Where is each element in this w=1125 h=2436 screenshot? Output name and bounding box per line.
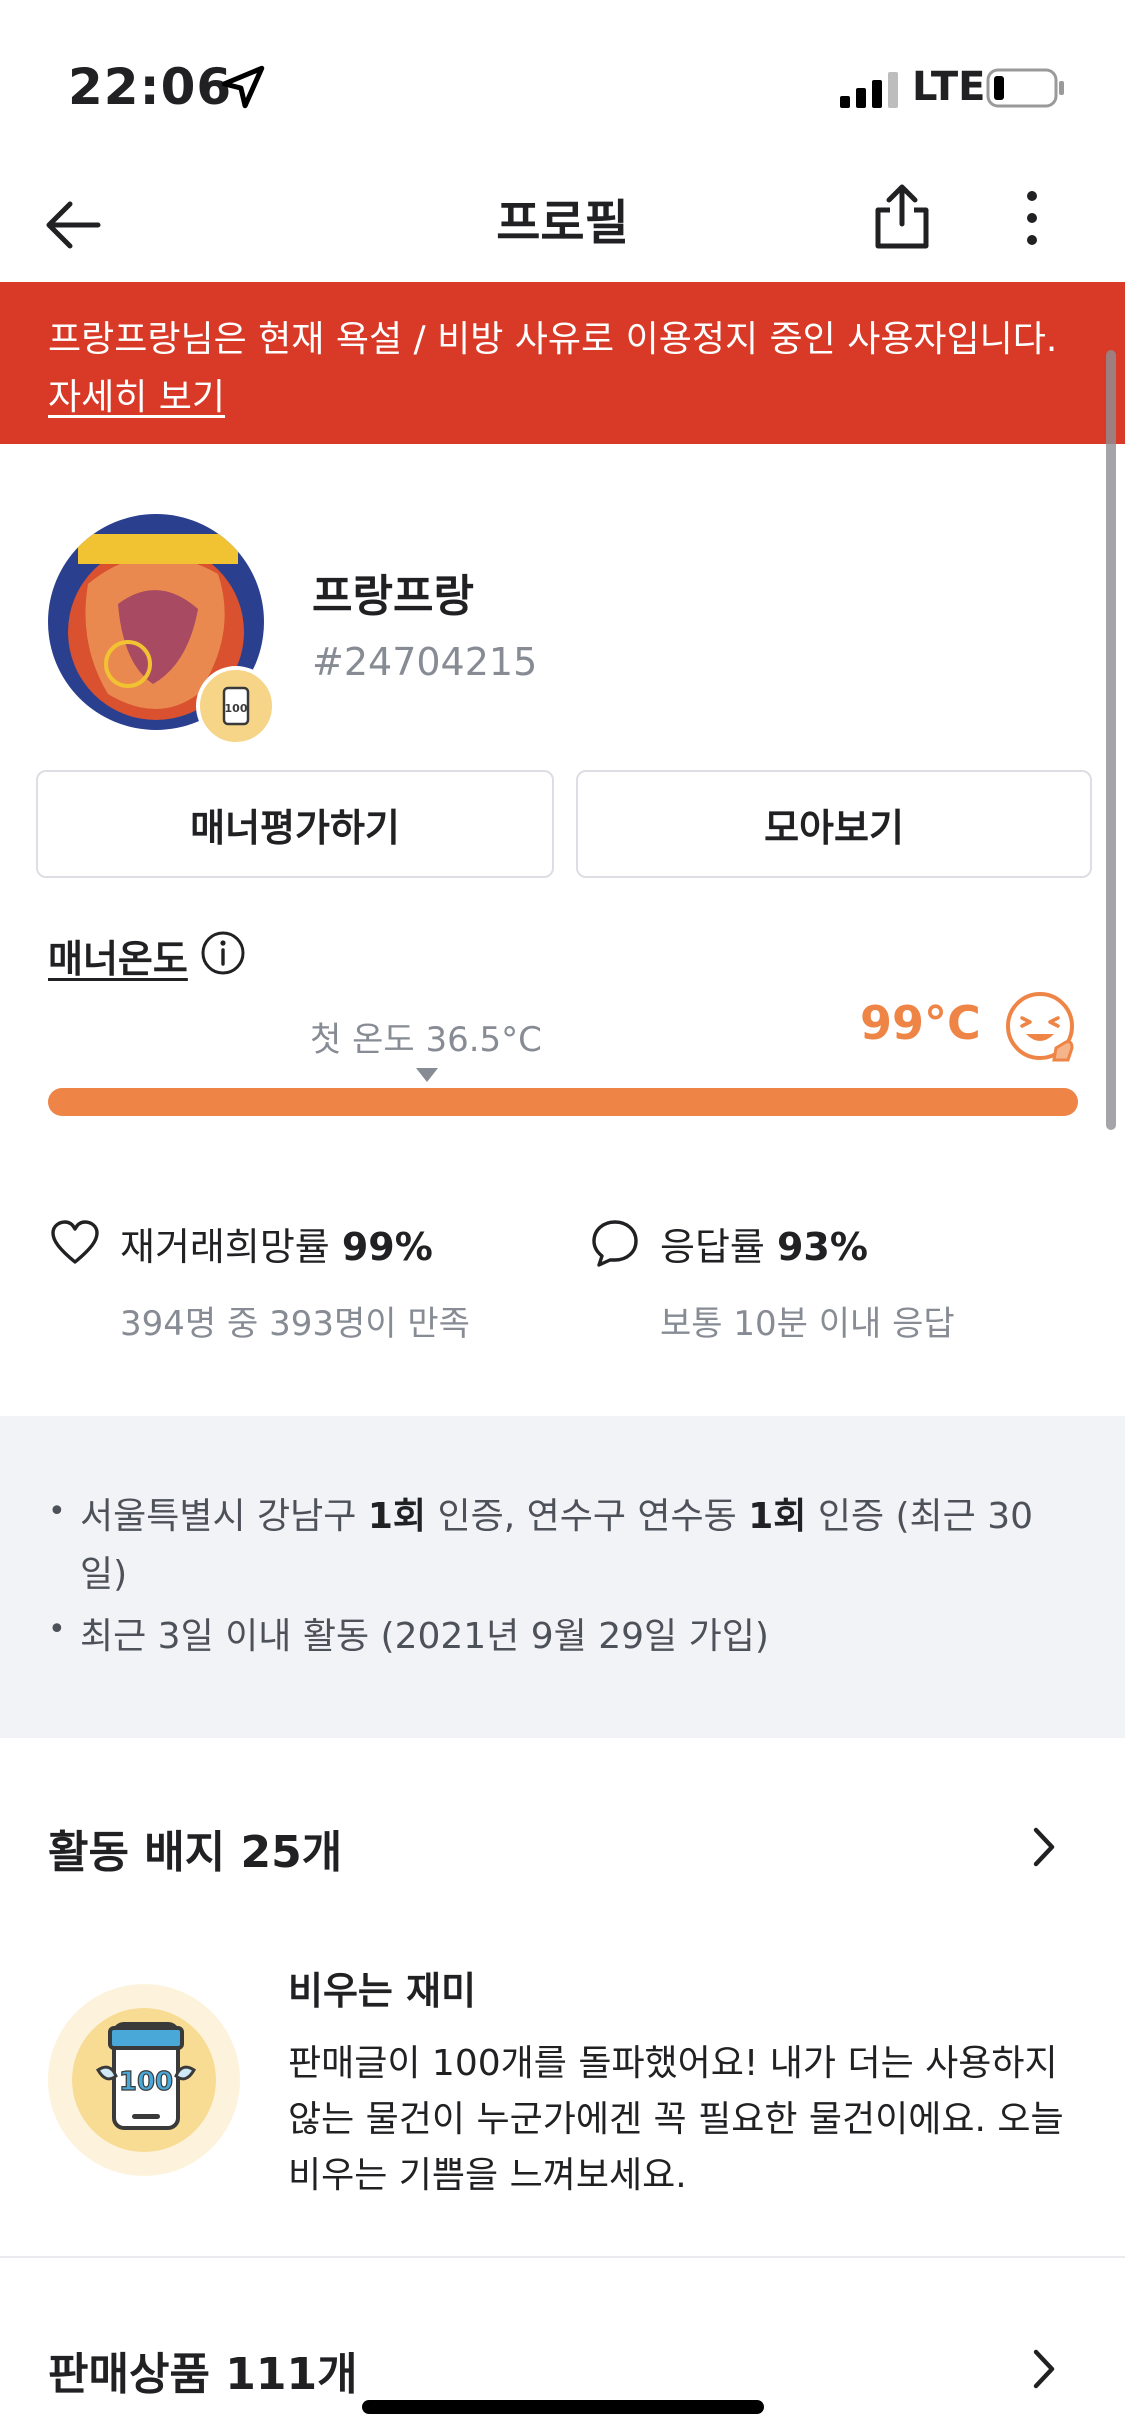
nickname: 프랑프랑 xyxy=(312,571,474,622)
bullet-dot: • xyxy=(48,1494,66,1529)
battery-icon xyxy=(986,68,1064,108)
badge-100-icon[interactable]: 100 xyxy=(92,2014,200,2138)
network-type: LTE xyxy=(912,64,986,110)
badge-icon-text: 100 xyxy=(119,2067,173,2097)
suspension-banner-text: 프랑프랑님은 현재 욕설 / 비방 사유로 이용정지 중인 사용자입니다. xyxy=(48,319,1058,360)
response-rate-value: 93% xyxy=(776,1225,868,1269)
rebuy-rate: 재거래희망률 99% xyxy=(120,1216,433,1271)
manner-temp-value: 99°C xyxy=(860,996,981,1050)
response-rate: 응답률 93% xyxy=(660,1216,868,1271)
divider xyxy=(0,2256,1125,2258)
see-details-link[interactable]: 자세히 보기 xyxy=(48,368,225,420)
products-title[interactable]: 판매상품 111개 xyxy=(48,2338,358,2402)
collect-button[interactable]: 모아보기 xyxy=(576,770,1092,878)
manner-rate-button[interactable]: 매너평가하기 xyxy=(36,770,554,878)
signal-icon xyxy=(840,72,898,108)
chevron-right-icon[interactable] xyxy=(1024,1822,1064,1872)
location-arrow-icon xyxy=(221,65,265,109)
rebuy-rate-value: 99% xyxy=(341,1225,433,1269)
response-rate-label: 응답률 xyxy=(660,1225,765,1269)
avatar-badge-icon: 100 xyxy=(196,666,276,746)
location-verification-text: 서울특별시 강남구 1회 인증, 연수구 연수동 1회 인증 (최근 30일) xyxy=(80,1496,1034,1595)
first-temp-label: 첫 온도 36.5°C xyxy=(310,1020,542,1060)
activity-badges-title[interactable]: 활동 배지 25개 xyxy=(48,1816,342,1880)
heart-icon xyxy=(51,1220,99,1264)
more-vertical-icon[interactable] xyxy=(1010,188,1054,248)
chat-bubble-icon xyxy=(592,1220,638,1267)
info-icon[interactable] xyxy=(200,930,246,976)
scrollbar[interactable] xyxy=(1106,350,1116,1130)
home-indicator[interactable] xyxy=(362,2400,764,2414)
avatar-badge-text: 100 xyxy=(225,702,248,715)
response-rate-sub: 보통 10분 이내 응답 xyxy=(660,1304,955,1344)
page-title: 프로필 xyxy=(496,195,629,251)
manner-temp-bar-fill xyxy=(48,1088,1078,1116)
rebuy-rate-label: 재거래희망률 xyxy=(120,1225,330,1269)
badge-name: 비우는 재미 xyxy=(288,1969,477,2013)
first-temp-marker xyxy=(416,1068,438,1082)
badge-description: 판매글이 100개를 돌파했어요! 내가 더는 사용하지 않는 물건이 누군가에… xyxy=(288,2043,1064,2196)
status-time: 22:06 xyxy=(68,58,233,116)
manner-temp-label[interactable]: 매너온도 xyxy=(48,928,188,983)
bullet-dot: • xyxy=(48,1612,66,1647)
recent-activity-text: 최근 3일 이내 활동 (2021년 9월 29일 가입) xyxy=(80,1616,769,1657)
rebuy-rate-sub: 394명 중 393명이 만족 xyxy=(120,1304,470,1344)
smile-face-icon xyxy=(1006,992,1074,1062)
share-icon[interactable] xyxy=(872,182,932,252)
chevron-right-icon[interactable] xyxy=(1024,2344,1064,2394)
user-id: #24704215 xyxy=(312,640,538,684)
